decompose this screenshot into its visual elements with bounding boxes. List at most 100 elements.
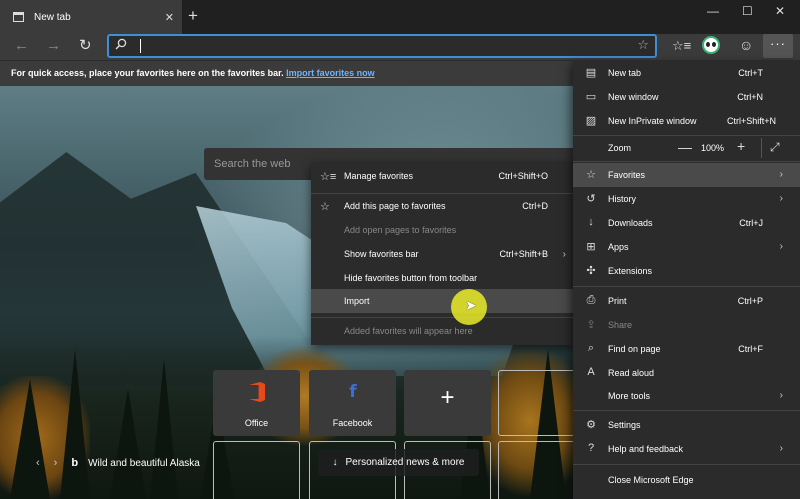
menu-item-label: Settings <box>608 420 641 430</box>
minimize-button[interactable]: — <box>707 4 719 18</box>
menu-item-shortcut: Ctrl+Shift+N <box>726 116 776 126</box>
tile-add-site[interactable]: + <box>404 370 491 436</box>
menu-item-label: Share <box>608 320 633 330</box>
menu-divider <box>573 464 800 465</box>
zoom-in-button[interactable]: + <box>737 138 745 154</box>
previous-image-chevron-icon[interactable]: ‹ <box>36 457 40 469</box>
menu-item-label: Apps <box>608 242 629 252</box>
tab-close-icon[interactable]: ✕ <box>165 11 174 24</box>
menu-item-history[interactable]: ↺ History › <box>573 187 800 211</box>
menu-item-favorites[interactable]: ☆ Favorites › <box>573 163 800 187</box>
refresh-button[interactable]: ↻ <box>79 37 92 55</box>
add-favorite-star-icon[interactable]: ☆ <box>637 37 649 53</box>
fullscreen-icon[interactable]: ⤢ <box>770 140 780 155</box>
mouse-pointer-icon: ➤ <box>465 297 477 313</box>
menu-item-import[interactable]: Import <box>311 289 575 313</box>
tile-office[interactable]: Office <box>213 370 300 436</box>
next-image-chevron-icon[interactable]: › <box>54 457 58 469</box>
menu-item-shortcut: Ctrl+N <box>737 92 763 102</box>
new-tab-button[interactable]: + <box>188 7 198 25</box>
help-question-icon: ? <box>587 442 595 454</box>
menu-item-read-aloud[interactable]: A Read aloud <box>573 361 800 385</box>
close-window-button[interactable]: ✕ <box>775 4 785 18</box>
menu-item-label: New InPrivate window <box>608 116 697 126</box>
menu-divider <box>311 317 575 318</box>
menu-divider <box>573 410 800 411</box>
menu-item-shortcut: Ctrl+T <box>738 68 763 78</box>
menu-item-shortcut: Ctrl+Shift+B <box>499 249 548 259</box>
chevron-right-icon: › <box>562 248 566 260</box>
menu-item-new-tab[interactable]: ▤ New tab Ctrl+T <box>573 61 800 85</box>
menu-item-label: New tab <box>608 68 642 78</box>
menu-item-apps[interactable]: ⊞ Apps › <box>573 235 800 259</box>
favorites-toolbar-icon[interactable]: ☆≡ <box>672 38 691 54</box>
chevron-right-icon: › <box>779 443 783 454</box>
menu-item-add-open-pages: Add open pages to favorites <box>311 218 575 242</box>
tile-label: Facebook <box>332 418 373 428</box>
tile-placeholder <box>213 441 300 499</box>
menu-item-extensions[interactable]: ✣ Extensions <box>573 259 800 283</box>
import-favorites-link[interactable]: Import favorites now <box>286 68 375 78</box>
bing-logo-icon: b <box>71 457 79 469</box>
forward-button[interactable]: → <box>46 37 61 55</box>
favorites-bar-hint: For quick access, place your favorites h… <box>11 68 284 78</box>
menu-item-print[interactable]: ⎙ Print Ctrl+P <box>573 289 800 313</box>
zoom-out-button[interactable]: — <box>678 139 692 155</box>
back-button[interactable]: ← <box>14 37 29 55</box>
menu-item-help-and-feedback[interactable]: ? Help and feedback › <box>573 437 800 461</box>
profile-avatar[interactable] <box>702 36 720 54</box>
add-site-plus-icon: + <box>440 384 455 411</box>
menu-item-shortcut: Ctrl+P <box>737 296 763 306</box>
menu-item-new-inprivate-window[interactable]: ▨ New InPrivate window Ctrl+Shift+N <box>573 109 800 133</box>
history-icon: ↺ <box>586 193 596 205</box>
menu-item-settings[interactable]: ⚙ Settings <box>573 413 800 437</box>
tab-title: New tab <box>34 11 71 23</box>
menu-item-add-page-to-favorites[interactable]: ☆ Add this page to favorites Ctrl+D <box>311 194 575 218</box>
feedback-smiley-icon[interactable]: ☺ <box>739 37 753 53</box>
new-tab-page-icon <box>13 12 24 22</box>
share-icon: ⇪ <box>586 319 596 331</box>
menu-item-label: Find on page <box>608 344 661 354</box>
menu-item-label: Extensions <box>608 266 653 276</box>
menu-item-label: Added favorites will appear here <box>344 326 473 336</box>
menu-item-hide-favorites-button[interactable]: Hide favorites button from toolbar <box>311 266 575 290</box>
menu-item-downloads[interactable]: ↓ Downloads Ctrl+J <box>573 211 800 235</box>
tab-new-tab[interactable]: New tab ✕ <box>0 0 182 34</box>
menu-item-find-on-page[interactable]: ⌕ Find on page Ctrl+F <box>573 337 800 361</box>
chevron-right-icon: › <box>779 390 783 401</box>
menu-item-label: Downloads <box>608 218 653 228</box>
web-search-placeholder: Search the web <box>214 158 291 170</box>
address-bar[interactable]: ☆ <box>107 34 657 58</box>
facebook-logo-icon: f <box>349 382 357 402</box>
menu-item-label: New window <box>608 92 659 102</box>
puzzle-piece-icon: ✣ <box>586 265 596 277</box>
menu-item-label: Hide favorites button from toolbar <box>344 273 478 283</box>
menu-item-show-favorites-bar[interactable]: Show favorites bar Ctrl+Shift+B › <box>311 242 575 266</box>
menu-item-more-tools[interactable]: More tools › <box>573 384 800 408</box>
menu-item-label: Read aloud <box>608 368 655 378</box>
inprivate-window-icon: ▨ <box>585 115 597 127</box>
menu-item-close-microsoft-edge[interactable]: Close Microsoft Edge <box>573 468 800 492</box>
search-icon <box>115 38 127 50</box>
tile-facebook[interactable]: f Facebook <box>309 370 396 436</box>
maximize-button[interactable]: ☐ <box>742 4 753 18</box>
apps-icon: ⊞ <box>586 241 596 253</box>
new-window-icon: ▭ <box>585 91 597 103</box>
image-caption-bar: ‹ › b Wild and beautiful Alaska <box>36 452 200 474</box>
gear-icon: ⚙ <box>586 419 596 431</box>
menu-item-manage-favorites[interactable]: ☆≡ Manage favorites Ctrl+Shift+O <box>311 164 575 188</box>
title-bar: New tab ✕ + — ☐ ✕ <box>0 0 800 34</box>
menu-item-label: Print <box>608 296 627 306</box>
menu-item-label: Manage favorites <box>344 171 414 181</box>
menu-item-label: Close Microsoft Edge <box>608 475 694 485</box>
menu-item-share: ⇪ Share <box>573 313 800 337</box>
personalized-news-button[interactable]: ↓ Personalized news & more <box>318 449 479 476</box>
download-icon: ↓ <box>588 216 594 228</box>
settings-and-more-button[interactable]: ··· <box>763 34 793 58</box>
menu-item-new-window[interactable]: ▭ New window Ctrl+N <box>573 85 800 109</box>
menu-item-label: Help and feedback <box>608 444 684 454</box>
menu-divider <box>573 286 800 287</box>
image-caption[interactable]: Wild and beautiful Alaska <box>88 458 200 469</box>
menu-divider <box>761 138 762 158</box>
new-tab-icon: ▤ <box>585 67 597 79</box>
